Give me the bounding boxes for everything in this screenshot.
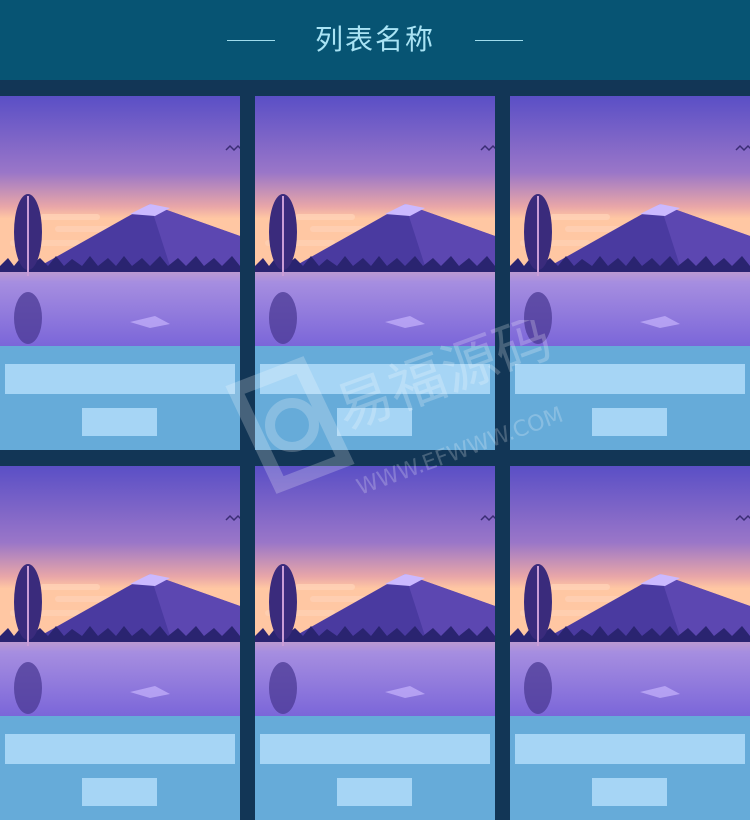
list-card[interactable] — [0, 96, 240, 450]
list-card[interactable] — [255, 96, 495, 450]
title-placeholder — [515, 734, 745, 764]
button-placeholder[interactable] — [82, 408, 157, 436]
card-image — [255, 466, 495, 716]
card-image — [510, 96, 750, 346]
button-placeholder[interactable] — [82, 778, 157, 806]
card-grid — [0, 96, 750, 820]
card-image — [510, 466, 750, 716]
card-info — [510, 716, 750, 820]
button-placeholder[interactable] — [337, 408, 412, 436]
title-left-rule — [226, 39, 275, 41]
card-info — [0, 716, 240, 820]
title-placeholder — [5, 364, 235, 394]
card-info — [510, 346, 750, 450]
header-bar: 列表名称 — [0, 0, 750, 80]
page-title: 列表名称 — [314, 23, 435, 56]
card-info — [255, 346, 495, 450]
title-right-rule — [475, 39, 523, 41]
button-placeholder[interactable] — [592, 778, 667, 806]
card-info — [0, 346, 240, 450]
button-placeholder[interactable] — [592, 408, 667, 436]
card-image — [0, 96, 240, 346]
title-placeholder — [260, 734, 490, 764]
list-card[interactable] — [510, 96, 750, 450]
list-card[interactable] — [510, 466, 750, 820]
card-info — [255, 716, 495, 820]
card-image — [255, 96, 495, 346]
button-placeholder[interactable] — [337, 778, 412, 806]
title-placeholder — [515, 364, 745, 394]
card-image — [0, 466, 240, 716]
title-placeholder — [5, 734, 235, 764]
title-placeholder — [260, 364, 490, 394]
list-card[interactable] — [0, 466, 240, 820]
list-card[interactable] — [255, 466, 495, 820]
